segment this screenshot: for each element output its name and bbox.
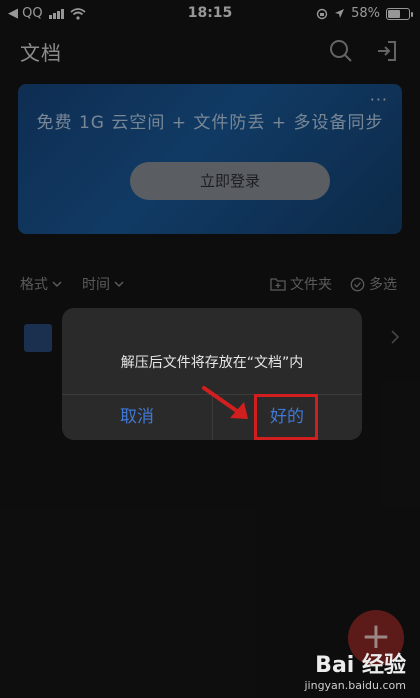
watermark-url: jingyan.baidu.com [304,679,406,692]
annotation-arrow-icon [202,386,248,419]
watermark-logo: Bai 经验 [315,653,406,678]
baidu-watermark: Bai 经验 jingyan.baidu.com [304,647,406,692]
cancel-button[interactable]: 取消 [62,394,212,440]
highlight-box [254,394,318,440]
app-screen: ◀ QQ 18:15 58% 文档 ··· 免费 1G 云空间 + 文件防丢 +… [0,0,420,698]
dialog-message: 解压后文件将存放在“文档”内 [120,355,304,371]
